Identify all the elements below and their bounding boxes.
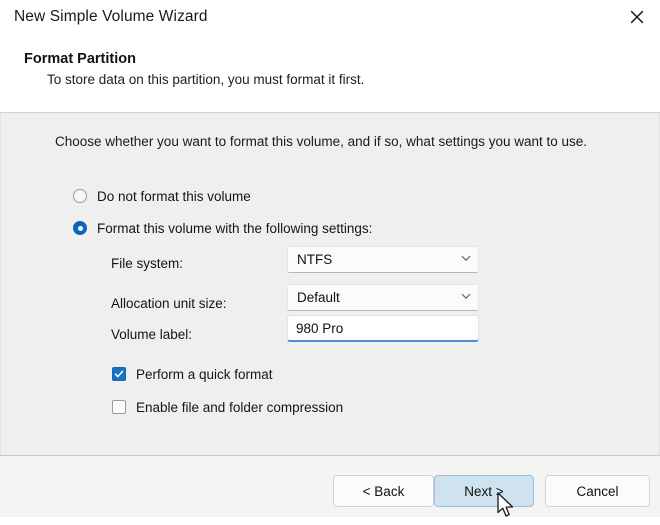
file-system-combobox-inner[interactable]: NTFS xyxy=(287,246,479,273)
checkbox-perform-quick-format-label: Perform a quick format xyxy=(136,366,273,382)
chevron-down-icon xyxy=(460,251,472,269)
checkbox-enable-compression-label: Enable file and folder compression xyxy=(136,399,344,415)
next-button[interactable]: Next > xyxy=(434,475,534,507)
radio-do-not-format[interactable]: Do not format this volume xyxy=(73,186,251,206)
new-simple-volume-wizard-dialog: New Simple Volume Wizard Format Partitio… xyxy=(0,0,660,517)
close-button[interactable] xyxy=(614,0,660,34)
title-bar: New Simple Volume Wizard xyxy=(0,0,660,38)
radio-selected-icon xyxy=(73,221,87,235)
allocation-unit-size-combobox[interactable]: Default xyxy=(287,284,479,311)
allocation-unit-size-value: Default xyxy=(297,290,340,305)
allocation-unit-size-combobox-inner[interactable]: Default xyxy=(287,284,479,311)
file-system-combobox[interactable]: NTFS xyxy=(287,246,479,273)
checkbox-perform-quick-format[interactable]: Perform a quick format xyxy=(112,365,273,383)
cancel-button[interactable]: Cancel xyxy=(545,475,650,507)
page-title: Format Partition xyxy=(24,51,136,67)
radio-do-not-format-label: Do not format this volume xyxy=(97,188,251,204)
allocation-unit-size-label-row: Allocation unit size: xyxy=(111,290,227,316)
radio-format-with-settings[interactable]: Format this volume with the following se… xyxy=(73,218,372,238)
back-button[interactable]: < Back xyxy=(333,475,434,507)
volume-label-label: Volume label: xyxy=(111,326,193,342)
page-header: Format Partition To store data on this p… xyxy=(0,38,660,113)
window-title: New Simple Volume Wizard xyxy=(14,8,208,25)
file-system-label: File system: xyxy=(111,255,184,271)
footer-bar: < Back Next > Cancel xyxy=(0,456,660,517)
checkbox-unchecked-icon xyxy=(112,400,126,414)
volume-label-label-row: Volume label: xyxy=(111,321,192,347)
page-subtitle: To store data on this partition, you mus… xyxy=(47,72,365,87)
chevron-down-icon xyxy=(460,289,472,307)
allocation-unit-size-label: Allocation unit size: xyxy=(111,295,227,311)
volume-label-input[interactable]: 980 Pro xyxy=(287,315,479,342)
radio-format-with-settings-label: Format this volume with the following se… xyxy=(97,220,373,236)
volume-label-input-inner[interactable]: 980 Pro xyxy=(287,315,479,342)
file-system-label-row: File system: xyxy=(111,250,183,276)
checkbox-enable-compression[interactable]: Enable file and folder compression xyxy=(112,398,343,416)
checkbox-checked-icon xyxy=(112,367,126,381)
radio-unselected-icon xyxy=(73,189,87,203)
close-icon xyxy=(629,9,645,25)
intro-text: Choose whether you want to format this v… xyxy=(55,134,588,149)
volume-label-value: 980 Pro xyxy=(296,320,344,336)
file-system-value: NTFS xyxy=(297,252,333,267)
